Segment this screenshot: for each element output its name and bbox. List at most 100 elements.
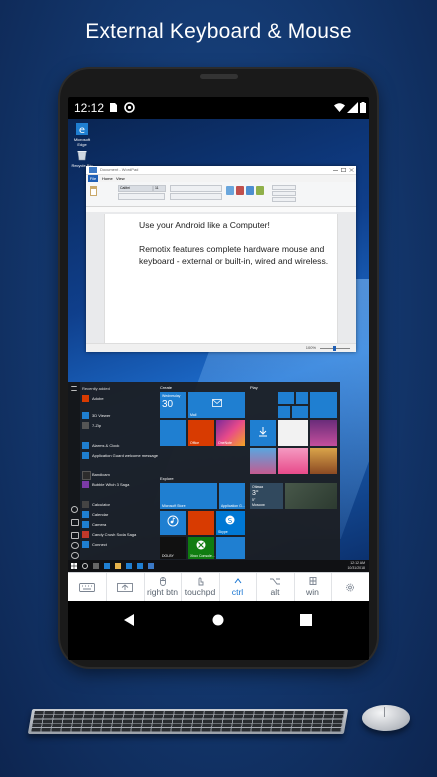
home-tab[interactable]: Home — [102, 176, 113, 181]
wordpad-taskbar-icon[interactable] — [148, 563, 154, 569]
onenote-tile[interactable]: OneNote — [216, 420, 245, 446]
hamburger-menu-icon[interactable] — [71, 386, 77, 391]
font-name-select[interactable]: Calibri — [118, 185, 153, 192]
keyboard-toggle-button[interactable] — [68, 573, 107, 602]
document-paragraph-2: Remotix features complete hardware mouse… — [139, 243, 329, 267]
select-all-button[interactable] — [272, 197, 296, 202]
right-button[interactable]: right btn — [144, 573, 182, 602]
search-icon[interactable] — [82, 563, 88, 569]
small-tile-1[interactable] — [278, 392, 294, 404]
app-list-item[interactable]: Application Guard welcome message — [82, 451, 158, 460]
app-list-item[interactable]: Bubble Witch 3 Saga — [82, 480, 156, 489]
wordpad-menu-bar: File Home View — [86, 175, 356, 182]
mail-taskbar-icon[interactable] — [137, 563, 143, 569]
windows-start-icon[interactable] — [71, 563, 77, 569]
close-icon[interactable] — [349, 168, 354, 172]
file-explorer-icon[interactable] — [115, 563, 121, 569]
app-list-item[interactable]: Adobe — [82, 394, 156, 403]
maximize-icon[interactable] — [341, 168, 346, 172]
groove-music-tile[interactable] — [160, 511, 186, 535]
app-list-item[interactable]: Alarms & Clock — [82, 441, 156, 450]
disney-tile[interactable] — [250, 448, 276, 474]
tile-group-create: Create — [160, 385, 173, 390]
font-size-select[interactable]: 11 — [153, 185, 166, 192]
mail-tile[interactable]: Mail — [188, 392, 245, 418]
paint3d-tile[interactable] — [188, 511, 214, 535]
document-area[interactable]: Use your Android like a Computer! Remoti… — [86, 212, 356, 344]
back-icon[interactable] — [124, 614, 135, 626]
bandicam-icon — [82, 471, 91, 480]
candy-crush-tile[interactable] — [278, 448, 308, 474]
win-key-button[interactable]: win — [294, 573, 332, 602]
app-list-item[interactable]: Camera — [82, 520, 156, 529]
insert-object-icon[interactable] — [256, 186, 264, 195]
pictures-icon[interactable] — [71, 532, 79, 539]
calendar-tile[interactable]: Wednesday 30 — [160, 392, 186, 418]
app-list-item[interactable]: Candy Crush Soda Saga — [82, 530, 156, 539]
movies-tile[interactable] — [216, 537, 245, 559]
app-guard-tile[interactable]: Application G... — [219, 483, 245, 509]
edge-taskbar-icon[interactable] — [104, 563, 110, 569]
file-tab[interactable]: File — [88, 175, 98, 182]
app-list-item[interactable]: Calendar — [82, 510, 156, 519]
ctrl-key-button[interactable]: ctrl — [219, 573, 257, 602]
app-list-item[interactable]: Bandicam — [82, 470, 156, 480]
game-tile[interactable] — [310, 448, 337, 474]
user-account-icon[interactable] — [71, 506, 78, 513]
paint-drawing-icon[interactable] — [236, 186, 244, 195]
photos-app-tile[interactable] — [310, 392, 337, 418]
skype-tile[interactable]: S Skype — [216, 511, 245, 535]
paragraph-buttons[interactable] — [170, 185, 222, 192]
windows-taskbar: 12:12 AM 10/31/2018 — [68, 560, 369, 572]
app-list-item[interactable]: 7-Zip — [82, 421, 156, 430]
dolby-tile[interactable]: DOLBY — [160, 537, 186, 559]
task-view-icon[interactable] — [93, 563, 99, 569]
windows-desktop[interactable]: e Microsoft Edge Recycle Bin Document - … — [68, 119, 369, 572]
picture-icon[interactable] — [226, 186, 234, 195]
alt-key-button[interactable]: alt — [256, 573, 295, 602]
office-tile[interactable]: Office — [188, 420, 214, 446]
recents-icon[interactable] — [300, 614, 312, 626]
game-news-tile[interactable] — [285, 483, 337, 509]
home-icon[interactable] — [212, 614, 224, 626]
weather-tile[interactable]: Ottawa 3° 5° Moscow — [250, 483, 283, 509]
solitaire-tile[interactable] — [278, 420, 308, 446]
app-list-item[interactable]: 3D Viewer — [82, 411, 156, 420]
app-list-item[interactable]: Calculator — [82, 500, 156, 509]
replace-button[interactable] — [272, 191, 296, 196]
app-list-item[interactable]: Connect — [82, 540, 156, 549]
find-button[interactable] — [272, 185, 296, 190]
xbox-tile[interactable]: Xbox Console... — [188, 537, 215, 559]
edge-icon-label-2: Edge — [77, 142, 87, 147]
power-icon[interactable] — [71, 552, 79, 559]
settings-gear-icon[interactable] — [71, 542, 79, 549]
bubble-witch-tile[interactable] — [310, 420, 337, 446]
desktop-icon-edge[interactable]: e Microsoft Edge — [71, 123, 93, 147]
alignment-buttons[interactable] — [170, 193, 222, 200]
document-page[interactable]: Use your Android like a Computer! Remoti… — [104, 214, 338, 344]
documents-icon[interactable] — [71, 519, 79, 526]
date-time-icon[interactable] — [246, 186, 254, 195]
download-tile[interactable] — [250, 420, 276, 446]
small-tile-4[interactable] — [292, 406, 308, 418]
zoom-slider-thumb[interactable] — [333, 346, 336, 351]
view-tab[interactable]: View — [116, 176, 125, 181]
microsoft-store-tile[interactable]: Microsoft Store — [160, 483, 217, 509]
skype-icon: S — [225, 515, 235, 525]
paste-icon[interactable] — [89, 185, 98, 198]
minimize-icon[interactable] — [333, 168, 338, 172]
edge-icon: e — [76, 123, 88, 136]
small-tile-2[interactable] — [296, 392, 308, 404]
photos-tile[interactable] — [160, 420, 186, 446]
store-taskbar-icon[interactable] — [126, 563, 132, 569]
taskbar-clock[interactable]: 12:12 AM 10/31/2018 — [347, 561, 365, 570]
document-text[interactable]: Use your Android like a Computer! Remoti… — [139, 219, 329, 279]
wordpad-title-bar[interactable]: Document - WordPad — [86, 166, 356, 175]
touchpad-button[interactable]: touchpd — [181, 573, 220, 602]
svg-text:S: S — [228, 517, 233, 525]
wordpad-window[interactable]: Document - WordPad File Home View Calibr… — [86, 166, 356, 352]
function-keys-button[interactable] — [106, 573, 145, 602]
small-tile-3[interactable] — [278, 406, 290, 418]
settings-button[interactable] — [331, 573, 369, 602]
font-format-buttons[interactable] — [118, 193, 165, 200]
